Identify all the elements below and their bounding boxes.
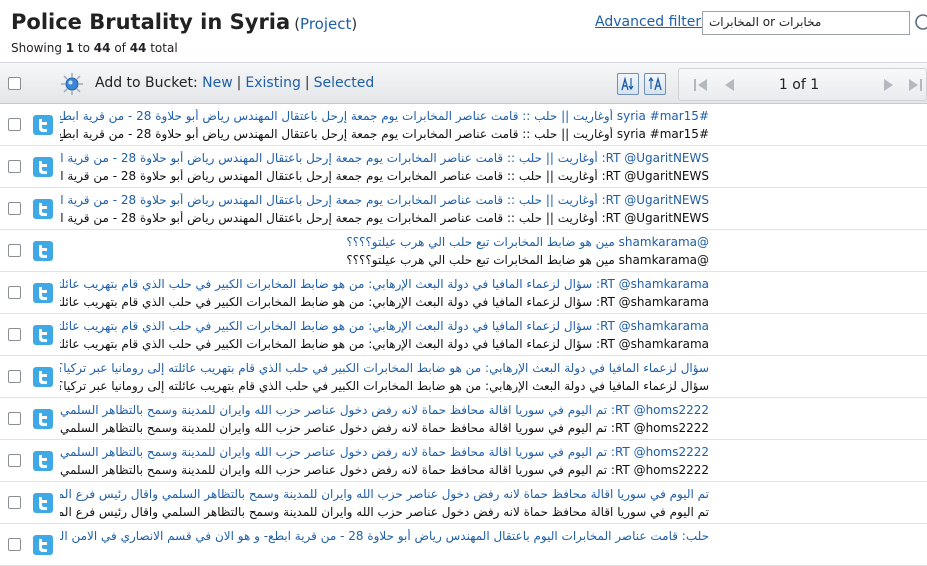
- row-actions-area: [715, 230, 927, 272]
- list-item[interactable]: RT @shamkarama: سؤال لزعماء المافيا في د…: [0, 272, 927, 314]
- row-checkbox[interactable]: [8, 160, 21, 173]
- list-item[interactable]: #syria #mar15 أوغاريت || حلب :: قامت عنا…: [0, 104, 927, 146]
- twitter-icon: [33, 409, 53, 429]
- bucket-existing-link[interactable]: Existing: [245, 75, 300, 91]
- twitter-icon: [33, 157, 53, 177]
- item-text: RT @shamkarama: سؤال لزعماء المافيا في د…: [60, 337, 709, 351]
- toolbar: Add to Bucket: New | Existing | Selected 1 o…: [0, 62, 927, 104]
- results-count: Showing 1 to 44 of 44 total: [11, 41, 178, 55]
- row-checkbox[interactable]: [8, 412, 21, 425]
- row-checkbox[interactable]: [8, 496, 21, 509]
- item-title[interactable]: RT @shamkarama: سؤال لزعماء المافيا في د…: [60, 319, 709, 333]
- first-page-icon[interactable]: [691, 76, 711, 94]
- row-actions-area: [715, 524, 927, 566]
- item-text: #syria #mar15 أوغاريت || حلب :: قامت عنا…: [60, 127, 709, 141]
- row-actions-area: [715, 440, 927, 482]
- last-page-icon[interactable]: [905, 76, 925, 94]
- list-item[interactable]: RT @homs2222: تم اليوم في سوريا اقالة مح…: [0, 440, 927, 482]
- page-header: Police Brutality in Syria (Project) Showi…: [0, 0, 927, 62]
- pagination: 1 of 1: [678, 68, 927, 101]
- previous-page-icon[interactable]: [719, 76, 739, 94]
- twitter-icon: [33, 115, 53, 135]
- row-checkbox[interactable]: [8, 286, 21, 299]
- row-actions-area: [715, 188, 927, 230]
- twitter-icon: [33, 199, 53, 219]
- item-title[interactable]: تم اليوم في سوريا اقالة محافظ حماة لانه …: [60, 487, 709, 501]
- twitter-icon: [33, 451, 53, 471]
- list-item[interactable]: حلب: قامت عناصر المخابرات اليوم باعتقال …: [0, 524, 927, 566]
- select-all-checkbox[interactable]: [8, 77, 21, 90]
- sort-ascending-button[interactable]: [617, 73, 639, 95]
- row-actions-area: [715, 314, 927, 356]
- bucket-selected-link[interactable]: Selected: [314, 75, 375, 91]
- item-title[interactable]: RT @homs2222: تم اليوم في سوريا اقالة مح…: [60, 403, 709, 417]
- results-list: #syria #mar15 أوغاريت || حلب :: قامت عنا…: [0, 104, 927, 566]
- list-item[interactable]: RT @UgaritNEWS: أوغاريت || حلب :: قامت ع…: [0, 188, 927, 230]
- item-title[interactable]: RT @shamkarama: سؤال لزعماء المافيا في د…: [60, 277, 709, 291]
- list-item[interactable]: RT @UgaritNEWS: أوغاريت || حلب :: قامت ع…: [0, 146, 927, 188]
- project-label: (Project): [294, 15, 358, 33]
- row-actions-area: [715, 104, 927, 146]
- row-checkbox[interactable]: [8, 118, 21, 131]
- item-text: RT @UgaritNEWS: أوغاريت || حلب :: قامت ع…: [60, 169, 709, 183]
- row-actions-area: [715, 272, 927, 314]
- bucket-icon: [60, 72, 84, 96]
- row-actions-area: [715, 398, 927, 440]
- row-actions-area: [715, 356, 927, 398]
- row-checkbox[interactable]: [8, 538, 21, 551]
- item-title[interactable]: سؤال لزعماء المافيا في دولة البعث الإرها…: [60, 361, 709, 375]
- sort-az-icon: [621, 76, 634, 91]
- item-title[interactable]: RT @UgaritNEWS: أوغاريت || حلب :: قامت ع…: [60, 193, 709, 207]
- twitter-icon: [33, 241, 53, 261]
- row-actions-area: [715, 482, 927, 524]
- sort-descending-button[interactable]: [644, 73, 666, 95]
- advanced-filters-link[interactable]: Advanced filters: [595, 14, 708, 30]
- twitter-icon: [33, 367, 53, 387]
- item-text: @shamkarama مين هو ضابط المخابرات تبع حل…: [346, 253, 709, 267]
- twitter-icon: [33, 325, 53, 345]
- list-item[interactable]: تم اليوم في سوريا اقالة محافظ حماة لانه …: [0, 482, 927, 524]
- list-item[interactable]: سؤال لزعماء المافيا في دولة البعث الإرها…: [0, 356, 927, 398]
- item-title[interactable]: @shamkarama مين هو ضابط المخابرات تبع حل…: [60, 235, 709, 249]
- item-text: سؤال لزعماء المافيا في دولة البعث الإرها…: [60, 379, 709, 393]
- row-actions-area: [715, 146, 927, 188]
- page-indicator: 1 of 1: [778, 77, 820, 93]
- twitter-icon: [33, 493, 53, 513]
- list-item[interactable]: @shamkarama مين هو ضابط المخابرات تبع حل…: [0, 230, 927, 272]
- project-link[interactable]: Project: [300, 15, 351, 33]
- twitter-icon: [33, 283, 53, 303]
- search-icon[interactable]: [913, 12, 927, 34]
- twitter-icon: [33, 535, 53, 555]
- sort-za-icon: [648, 76, 662, 91]
- item-text: تم اليوم في سوريا اقالة محافظ حماة لانه …: [60, 505, 709, 519]
- page-title: Police Brutality in Syria (Project): [11, 10, 358, 34]
- row-checkbox[interactable]: [8, 202, 21, 215]
- item-title[interactable]: RT @UgaritNEWS: أوغاريت || حلب :: قامت ع…: [60, 151, 709, 165]
- search-input[interactable]: المخابرات or مخابرات: [702, 11, 910, 35]
- list-item[interactable]: RT @homs2222: تم اليوم في سوريا اقالة مح…: [0, 398, 927, 440]
- row-checkbox[interactable]: [8, 370, 21, 383]
- item-text: RT @shamkarama: سؤال لزعماء المافيا في د…: [60, 295, 709, 309]
- row-checkbox[interactable]: [8, 244, 21, 257]
- item-text: RT @homs2222: تم اليوم في سوريا اقالة مح…: [60, 421, 709, 435]
- item-title[interactable]: RT @homs2222: تم اليوم في سوريا اقالة مح…: [60, 445, 709, 459]
- item-text: RT @UgaritNEWS: أوغاريت || حلب :: قامت ع…: [60, 211, 709, 225]
- add-to-bucket: Add to Bucket: New | Existing | Selected: [95, 75, 375, 91]
- item-text: RT @homs2222: تم اليوم في سوريا اقالة مح…: [60, 463, 709, 477]
- next-page-icon[interactable]: [879, 76, 899, 94]
- bucket-new-link[interactable]: New: [202, 75, 233, 91]
- row-checkbox[interactable]: [8, 454, 21, 467]
- item-title[interactable]: #syria #mar15 أوغاريت || حلب :: قامت عنا…: [60, 109, 709, 123]
- list-item[interactable]: RT @shamkarama: سؤال لزعماء المافيا في د…: [0, 314, 927, 356]
- item-title[interactable]: حلب: قامت عناصر المخابرات اليوم باعتقال …: [60, 529, 709, 543]
- row-checkbox[interactable]: [8, 328, 21, 341]
